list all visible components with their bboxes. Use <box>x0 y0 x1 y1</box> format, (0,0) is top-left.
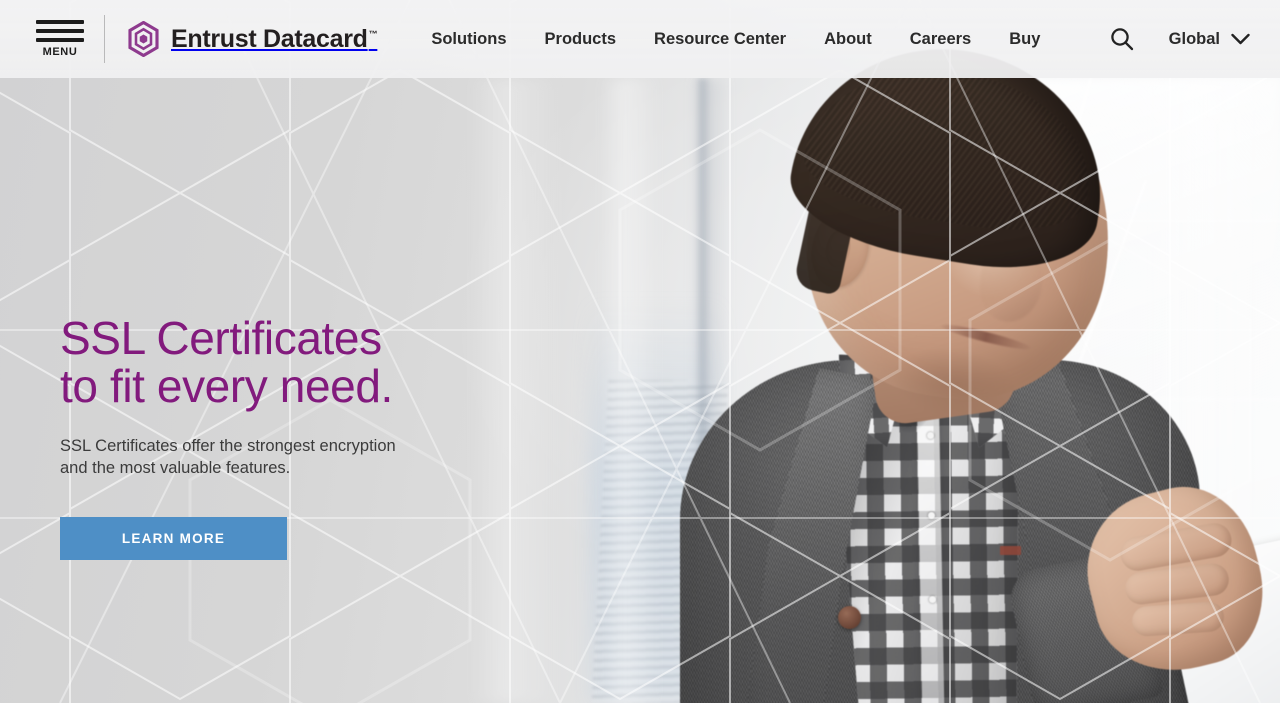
nav-item-careers[interactable]: Careers <box>910 30 971 49</box>
nav-item-resource-center[interactable]: Resource Center <box>654 30 786 49</box>
nav-item-products[interactable]: Products <box>545 30 617 49</box>
site-header: MENU Entrust Datacard™ Solutions Product… <box>0 0 1280 78</box>
chevron-down-icon <box>1231 33 1250 45</box>
finger <box>1131 600 1225 638</box>
shirt-brand-tag <box>1000 546 1021 555</box>
hero-subject-person <box>620 27 1280 703</box>
brand-logo-link[interactable]: Entrust Datacard™ <box>127 21 378 57</box>
shirt-button <box>928 512 935 519</box>
nav-item-about[interactable]: About <box>824 30 872 49</box>
brand-name-text: Entrust Datacard <box>171 24 368 53</box>
learn-more-button[interactable]: LEARN MORE <box>60 517 287 561</box>
header-utilities: Global <box>1109 26 1250 52</box>
page-root: MENU Entrust Datacard™ Solutions Product… <box>0 0 1280 703</box>
header-divider <box>104 15 105 63</box>
nav-item-buy[interactable]: Buy <box>1009 30 1040 49</box>
brand-name: Entrust Datacard™ <box>171 24 378 54</box>
primary-navigation: Solutions Products Resource Center About… <box>431 30 1040 49</box>
hero-content: SSL Certificates to fit every need. SSL … <box>60 312 530 561</box>
locale-selector[interactable]: Global <box>1169 30 1250 49</box>
hero-title: SSL Certificates to fit every need. <box>60 312 393 412</box>
nav-item-solutions[interactable]: Solutions <box>431 30 506 49</box>
locale-label: Global <box>1168 29 1220 48</box>
hamburger-icon <box>36 20 84 42</box>
search-icon[interactable] <box>1109 26 1135 52</box>
entrust-hexagon-logo-icon <box>128 21 159 57</box>
menu-toggle-button[interactable]: MENU <box>28 20 92 58</box>
cardigan-button <box>838 606 861 629</box>
hero-subtitle: SSL Certificates offer the strongest enc… <box>60 436 396 478</box>
menu-toggle-label: MENU <box>42 46 78 58</box>
shirt-button <box>929 596 936 603</box>
trademark-symbol: ™ <box>368 29 378 40</box>
